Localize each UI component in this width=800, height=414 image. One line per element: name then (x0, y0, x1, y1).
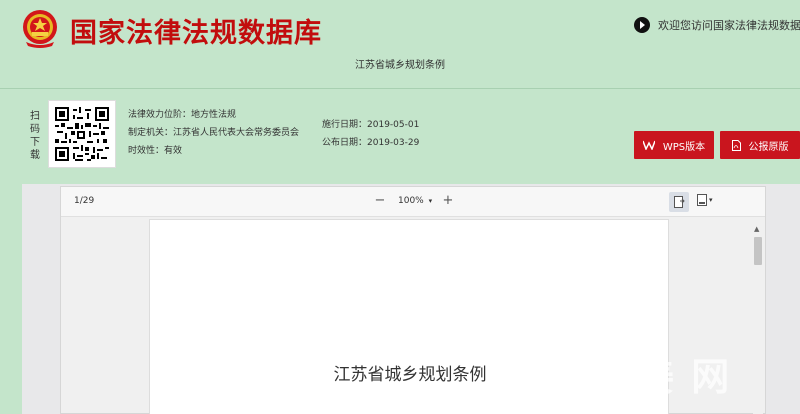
chevron-down-icon: ▾ (428, 197, 433, 205)
validity-label: 时效性： (128, 146, 165, 156)
authority-row: 制定机关： 江苏省人民代表大会常务委员会 (128, 124, 299, 142)
effective-date-label: 施行日期： (322, 120, 368, 130)
pdf-icon (731, 139, 741, 151)
zoom-level-select[interactable]: 100% ▾ (398, 196, 432, 206)
welcome-link[interactable]: 欢迎您访问国家法律法规数据库 (634, 17, 800, 33)
fit-page-icon (673, 196, 685, 208)
wps-version-button[interactable]: WPS版本 (634, 131, 714, 159)
page-indicator[interactable]: 1/29 (74, 196, 94, 206)
header-divider (0, 88, 800, 89)
gazette-original-button[interactable]: 公报原版 (720, 131, 800, 159)
effect-level-value: 地方性法规 (191, 110, 237, 120)
watermark-text: 姜 网 (636, 355, 732, 399)
site-title[interactable]: 国家法律法规数据库 (70, 11, 322, 50)
scroll-up-icon[interactable]: ▲ (754, 225, 759, 233)
scrollbar-thumb[interactable] (754, 237, 762, 265)
viewer-scrollbar[interactable]: ▲ (753, 225, 763, 414)
fit-page-button[interactable] (669, 192, 689, 212)
publish-date-value: 2019-03-29 (367, 138, 420, 148)
authority-value: 江苏省人民代表大会常务委员会 (173, 128, 300, 138)
zoom-level-value: 100% (398, 196, 424, 206)
wps-icon (642, 140, 655, 150)
effect-level-row: 法律效力位阶： 地方性法规 (128, 106, 299, 124)
meta-info-dates: 施行日期： 2019-05-01 公布日期： 2019-03-29 (322, 116, 419, 152)
page-view-button[interactable]: ▾ (697, 194, 713, 206)
validity-value: 有效 (164, 146, 183, 156)
page-view-icon (697, 194, 707, 206)
qr-code (48, 100, 116, 168)
site-header: 国家法律法规数据库 欢迎您访问国家法律法规数据库 江苏省城乡规划条例 (0, 0, 800, 90)
national-emblem-icon (20, 8, 60, 50)
document-page: 江苏省城乡规划条例 (149, 219, 669, 414)
zoom-out-button[interactable]: − (373, 194, 387, 208)
scan-download-label: 扫码下载 (30, 111, 40, 161)
meta-info-left: 法律效力位阶： 地方性法规 制定机关： 江苏省人民代表大会常务委员会 时效性： … (128, 106, 299, 160)
arrow-right-icon (634, 17, 650, 33)
publish-date-label: 公布日期： (322, 138, 368, 148)
chevron-down-icon: ▾ (709, 196, 713, 204)
zoom-in-button[interactable]: + (441, 194, 455, 208)
gazette-original-label: 公报原版 (748, 141, 789, 153)
validity-row: 时效性： 有效 (128, 142, 299, 160)
authority-label: 制定机关： (128, 128, 174, 138)
effective-date-row: 施行日期： 2019-05-01 (322, 116, 419, 134)
effective-date-value: 2019-05-01 (367, 120, 420, 130)
document-page-heading: 江苏省城乡规划条例 (333, 365, 487, 385)
qr-code-icon (55, 107, 109, 161)
viewer-toolbar: 1/29 − 100% ▾ + ▾ (61, 187, 765, 217)
welcome-text: 欢迎您访问国家法律法规数据库 (658, 19, 800, 32)
effect-level-label: 法律效力位阶： (128, 110, 192, 120)
document-title: 江苏省城乡规划条例 (355, 60, 445, 71)
wps-version-label: WPS版本 (662, 141, 706, 153)
publish-date-row: 公布日期： 2019-03-29 (322, 134, 419, 152)
